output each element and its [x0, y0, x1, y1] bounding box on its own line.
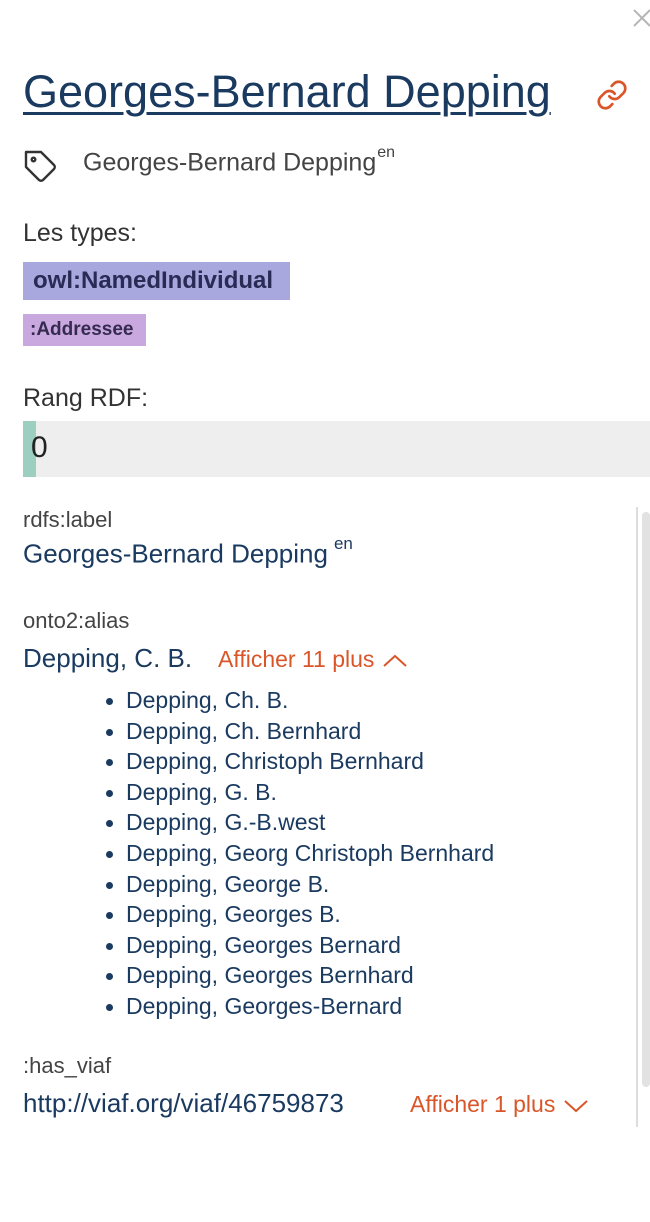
- property-value[interactable]: Depping, C. B.: [23, 643, 192, 674]
- list-item: Depping, G. B.: [103, 777, 494, 808]
- list-item: Depping, G.-B.west: [103, 807, 494, 838]
- list-item: Depping, Georges B.: [103, 899, 494, 930]
- scrollbar-thumb[interactable]: [642, 512, 650, 1087]
- tag-icon: [23, 149, 59, 185]
- list-item: Depping, Georges Bernhard: [103, 960, 494, 991]
- preferred-label: Georges-Bernard Deppingen: [83, 144, 395, 177]
- property-value: Georges-Bernard Depping en: [23, 534, 353, 570]
- show-more-label: Afficher 1 plus: [410, 1091, 556, 1117]
- link-icon[interactable]: [596, 79, 628, 111]
- title-row: Georges-Bernard Depping: [23, 62, 650, 124]
- rank-value: 0: [31, 431, 48, 464]
- page-title[interactable]: Georges-Bernard Depping: [23, 62, 551, 122]
- property-name: rdfs:label: [23, 507, 113, 532]
- show-more-aliases-button[interactable]: Afficher 11 plus: [218, 646, 408, 673]
- property-name: :has_viaf: [23, 1053, 112, 1078]
- list-item: Depping, Georges Bernard: [103, 930, 494, 961]
- show-more-label: Afficher 11 plus: [218, 646, 375, 672]
- list-item: Depping, Georg Christoph Bernhard: [103, 838, 494, 869]
- alias-list: Depping, Ch. B. Depping, Ch. Bernhard De…: [103, 685, 494, 1022]
- types-heading: Les types:: [23, 219, 137, 247]
- close-button[interactable]: [628, 4, 650, 32]
- viaf-link[interactable]: http://viaf.org/viaf/46759873: [23, 1088, 344, 1119]
- chevron-up-icon: [383, 654, 408, 667]
- show-more-viaf-button[interactable]: Afficher 1 plus: [410, 1091, 589, 1118]
- property-name: onto2:alias: [23, 608, 130, 633]
- type-badge[interactable]: owl:NamedIndividual: [23, 262, 290, 300]
- list-item: Depping, Georges-Bernard: [103, 991, 494, 1022]
- list-item: Depping, George B.: [103, 869, 494, 900]
- list-item: Depping, Ch. B.: [103, 685, 494, 716]
- close-icon: [633, 9, 650, 27]
- type-badge[interactable]: :Addressee: [23, 314, 146, 346]
- language-tag: en: [377, 144, 396, 161]
- list-item: Depping, Ch. Bernhard: [103, 716, 494, 747]
- rank-bar: 0: [23, 421, 650, 477]
- preferred-label-text: Georges-Bernard Depping: [83, 148, 377, 177]
- rank-heading: Rang RDF:: [23, 384, 149, 412]
- scrollbar-track: [636, 507, 638, 1127]
- preferred-label-row: Georges-Bernard Deppingen: [23, 144, 650, 186]
- language-tag: en: [333, 534, 353, 553]
- property-value-text: Georges-Bernard Depping: [23, 538, 328, 569]
- list-item: Depping, Christoph Bernhard: [103, 746, 494, 777]
- chevron-down-icon: [564, 1100, 589, 1113]
